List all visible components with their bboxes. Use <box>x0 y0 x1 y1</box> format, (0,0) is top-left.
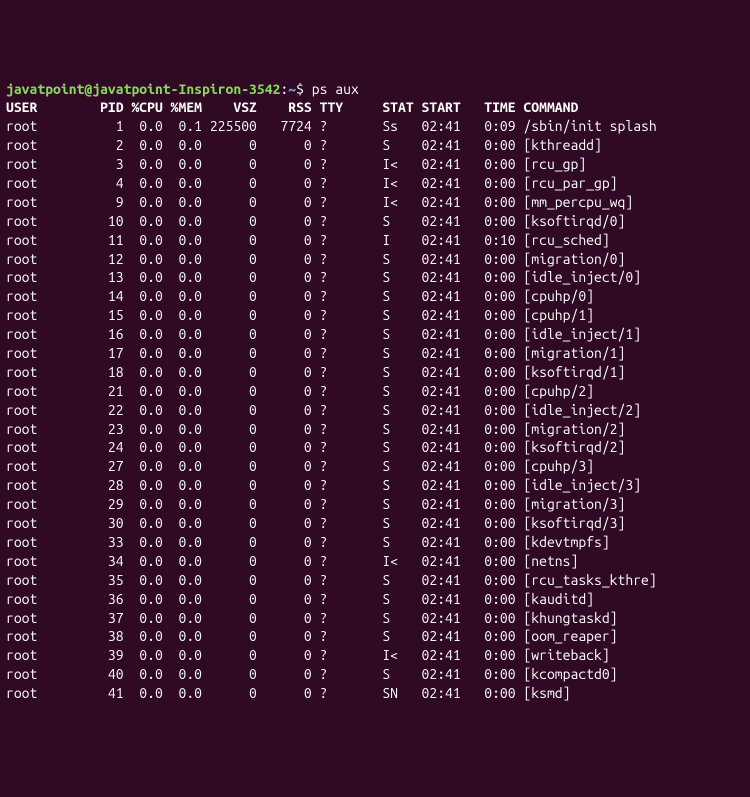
terminal-output[interactable]: javatpoint@javatpoint-Inspiron-3542:~$ p… <box>6 80 744 703</box>
column-headers: USER PID %CPU %MEM VSZ RSS TTY STAT STAR… <box>6 99 578 115</box>
prompt-line: javatpoint@javatpoint-Inspiron-3542:~$ p… <box>6 81 359 97</box>
prompt-dollar: $ <box>296 81 312 97</box>
command-text: ps aux <box>312 81 359 97</box>
prompt-user-host: javatpoint@javatpoint-Inspiron-3542 <box>6 81 280 97</box>
prompt-path: ~ <box>288 81 296 97</box>
process-rows: root 1 0.0 0.1 225500 7724 ? Ss 02:41 0:… <box>6 118 657 701</box>
